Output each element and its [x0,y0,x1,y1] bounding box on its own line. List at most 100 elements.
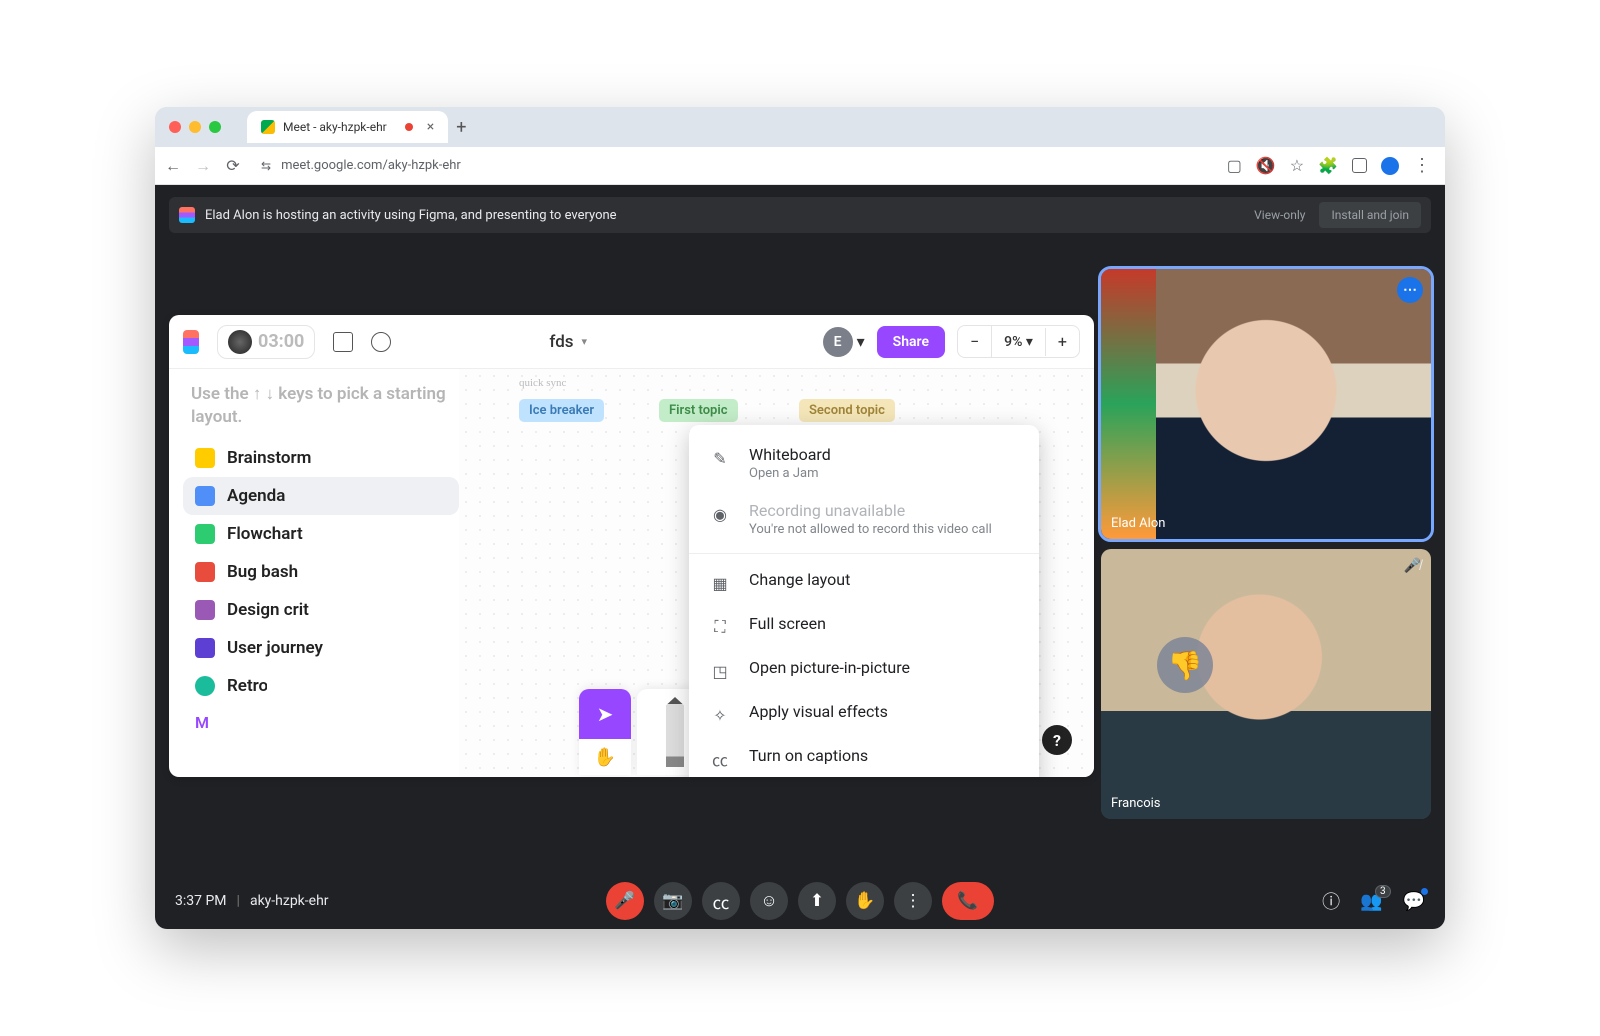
chrome-menu-icon[interactable]: ⋮ [1413,155,1429,176]
present-button[interactable]: ⬆ [798,882,836,920]
menu-whiteboard[interactable]: ✎ WhiteboardOpen a Jam [689,435,1039,491]
meet-bottom-bar: 3:37 PM | aky-hzpk-ehr 🎤 📷 ㏄ ☺ ⬆ ✋ ⋮ 📞 ⓘ… [155,873,1445,929]
meeting-details-button[interactable]: ⓘ [1322,888,1340,914]
tile-options-icon[interactable]: ⋯ [1397,277,1423,303]
template-retrospective[interactable]: Retrospective [183,667,459,705]
more-options-button[interactable]: ⋮ [894,882,932,920]
cc-icon: ㏄ [713,889,730,914]
reactions-button[interactable]: ☺ [750,882,788,920]
vertical-dots-icon: ⋮ [905,891,922,911]
hand-icon: ✋ [579,739,631,775]
record-icon: ◉ [709,503,731,525]
mic-off-icon: 🎤 [614,891,635,911]
chevron-down-icon: ▾ [582,335,588,348]
install-join-button[interactable]: Install and join [1319,202,1421,228]
mute-tab-icon[interactable]: 🔇 [1256,156,1276,175]
flow-icon [195,524,215,544]
figjam-canvas[interactable]: quick sync Ice breaker First topic Secon… [459,369,1094,777]
template-sidebar: Use the ↑ ↓ keys to pick a starting layo… [169,369,459,777]
reload-button[interactable]: ⟳ [225,158,241,174]
figjam-timer[interactable]: 03:00 [217,325,315,359]
site-info-icon[interactable]: ⇆ [261,159,271,173]
section-first-topic[interactable]: First topic [659,399,738,422]
browser-tab[interactable]: Meet - aky-hzpk-ehr × [247,111,448,143]
target-icon [195,676,215,696]
window-zoom-icon[interactable] [209,121,221,133]
more-templates-link[interactable]: M [183,705,459,740]
camera-icon: 📷 [662,891,683,911]
mic-toggle-button[interactable]: 🎤 [606,882,644,920]
timer-value: 03:00 [258,331,304,352]
emoji-icon: ☺ [760,891,777,911]
section-ice-breaker[interactable]: Ice breaker [519,399,604,422]
section-second-topic[interactable]: Second topic [799,399,895,422]
activity-banner: Elad Alon is hosting an activity using F… [169,197,1431,233]
presentation-tile: 03:00 fds ▾ E ▾ Share − 9% ▾ [169,315,1094,777]
template-bugbash[interactable]: Bug bash [183,553,459,591]
menu-captions[interactable]: ㏄Turn on captions [689,736,1039,777]
comment-icon[interactable] [371,332,391,352]
template-brainstorm[interactable]: Brainstorm [183,439,459,477]
map-icon [195,638,215,658]
chevron-down-icon[interactable]: ▾ [857,332,865,351]
new-tab-button[interactable]: + [456,117,466,138]
figma-logo-icon[interactable] [183,330,199,354]
hand-icon: ✋ [854,891,875,911]
video-feed [1101,269,1431,539]
address-field[interactable]: ⇆ meet.google.com/aky-hzpk-ehr [261,158,461,173]
raise-hand-button[interactable]: ✋ [846,882,884,920]
tab-strip: Meet - aky-hzpk-ehr × + [155,107,1445,147]
recording-indicator-icon [405,123,413,131]
zoom-out-button[interactable]: − [958,326,992,357]
menu-pip[interactable]: ◳Open picture-in-picture [689,648,1039,692]
cast-icon[interactable]: ▢ [1227,156,1242,175]
help-button[interactable]: ? [1042,725,1072,755]
back-button[interactable]: ← [165,158,181,174]
template-hint: Use the ↑ ↓ keys to pick a starting layo… [183,383,459,439]
people-button[interactable]: 👥 3 [1360,891,1382,912]
camera-toggle-button[interactable]: 📷 [654,882,692,920]
calendar-icon [195,486,215,506]
tab-close-icon[interactable]: × [427,119,434,135]
extensions-icon[interactable]: 🧩 [1318,156,1338,175]
video-tile-francois[interactable]: 👎 🎤̸ Francois [1101,549,1431,819]
chat-button[interactable]: 💬 [1403,891,1425,912]
meeting-code: aky-hzpk-ehr [250,893,329,909]
tool-select[interactable]: ➤ ✋ [579,689,631,775]
figma-icon [179,207,195,223]
share-button[interactable]: Share [877,326,945,358]
thumbs-down-reaction-icon: 👎 [1157,637,1213,693]
pip-icon: ◳ [709,660,731,682]
user-avatar[interactable]: E [823,327,853,357]
present-icon: ⬆ [810,891,824,911]
layout-grid-icon[interactable] [333,332,353,352]
window-minimize-icon[interactable] [189,121,201,133]
menu-visual-effects[interactable]: ✧Apply visual effects [689,692,1039,736]
marker-icon [666,697,684,767]
sidepanel-icon[interactable] [1352,158,1367,173]
captions-button[interactable]: ㏄ [702,882,740,920]
browser-window: Meet - aky-hzpk-ehr × + ← → ⟳ ⇆ meet.goo… [155,107,1445,929]
template-flowchart[interactable]: Flowchart [183,515,459,553]
video-tile-elad[interactable]: ⋯ Elad Alon [1101,269,1431,539]
profile-avatar-icon[interactable] [1381,157,1399,175]
timer-avatar-icon [228,330,252,354]
window-close-icon[interactable] [169,121,181,133]
more-options-menu: ✎ WhiteboardOpen a Jam ◉ Recording unava… [689,425,1039,777]
zoom-level[interactable]: 9% ▾ [992,328,1046,356]
bookmark-icon[interactable]: ☆ [1290,156,1304,175]
template-designcrit[interactable]: Design crit [183,591,459,629]
menu-change-layout[interactable]: ▦Change layout [689,560,1039,604]
document-name[interactable]: fds ▾ [549,332,587,352]
muted-icon: 🎤̸ [1404,557,1421,574]
lightbulb-icon [195,448,215,468]
leave-call-button[interactable]: 📞 [942,882,994,920]
meet-surface: Elad Alon is hosting an activity using F… [155,185,1445,929]
template-agenda[interactable]: Agenda [183,477,459,515]
meet-favicon-icon [261,120,275,134]
forward-button[interactable]: → [195,158,211,174]
menu-full-screen[interactable]: ⛶Full screen [689,604,1039,648]
template-userjourney[interactable]: User journey [183,629,459,667]
zoom-in-button[interactable]: + [1046,326,1079,357]
tab-title: Meet - aky-hzpk-ehr [283,120,387,134]
